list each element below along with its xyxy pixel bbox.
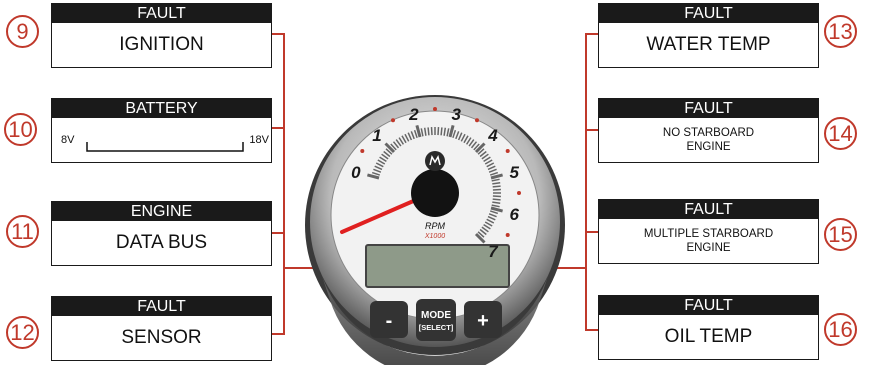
dial-tick: [492, 188, 501, 191]
dial-tick: [492, 185, 501, 188]
mode-label: MODE: [421, 310, 451, 321]
callout-body: MULTIPLE STARBOARD ENGINE: [643, 227, 774, 254]
dial-dot: [505, 233, 510, 237]
plus-button-label: +: [477, 310, 489, 332]
select-label: [SELECT]: [419, 323, 454, 332]
callout-no-starboard-engine: FAULT NO STARBOARD ENGINE: [598, 98, 819, 163]
dial-dot: [505, 149, 510, 153]
callout-body: WATER TEMP: [646, 33, 771, 55]
dial-dot: [360, 149, 365, 153]
callout-water-temp-fault: FAULT WATER TEMP: [598, 3, 819, 68]
dial-tick: [437, 127, 440, 136]
callout-body: DATA BUS: [115, 231, 208, 253]
callout-oil-temp-fault: FAULT OIL TEMP: [598, 295, 819, 360]
callout-13-number: 13: [824, 15, 857, 48]
callout-15-number: 15: [824, 218, 857, 251]
dial-tick: [440, 127, 443, 136]
callout-body: NO STARBOARD ENGINE: [662, 126, 755, 153]
callout-14-number: 14: [824, 117, 857, 150]
callout-header: ENGINE: [52, 202, 271, 221]
callout-header: FAULT: [52, 297, 271, 316]
callout-sensor-fault: FAULT SENSOR: [51, 296, 272, 361]
dial-tick: [492, 195, 501, 198]
dial-number-5: 5: [509, 163, 519, 182]
dial-dot: [475, 118, 479, 123]
callout-header: FAULT: [599, 4, 818, 23]
dial-tick: [492, 198, 501, 201]
callout-battery: BATTERY 8V 18V: [51, 98, 272, 163]
callout-multiple-starboard-engine: FAULT MULTIPLE STARBOARD ENGINE: [598, 199, 819, 264]
callout-header: FAULT: [599, 200, 818, 219]
callout-11-number: 11: [6, 215, 39, 248]
dial-dot: [517, 191, 521, 195]
dial-number-4: 4: [487, 126, 498, 145]
dial-number-2: 2: [408, 105, 419, 124]
callout-10-number: 10: [4, 113, 37, 146]
callout-body: OIL TEMP: [664, 325, 753, 347]
needle-hub: [411, 169, 459, 217]
callout-16-number: 16: [824, 313, 857, 346]
dial-dot: [433, 107, 437, 111]
dial-dot: [391, 118, 395, 123]
dial-tick: [430, 127, 433, 136]
dial-number-3: 3: [451, 105, 461, 124]
callout-body: IGNITION: [119, 33, 204, 55]
dial-number-7: 7: [488, 242, 499, 261]
callout-header: FAULT: [599, 99, 818, 118]
battery-scale-bar: [86, 142, 244, 152]
callout-header: FAULT: [52, 4, 271, 23]
callout-body: SENSOR: [121, 326, 202, 348]
dial-tick: [427, 127, 430, 136]
callout-9-number: 9: [6, 15, 39, 48]
callout-engine-data-bus: ENGINE DATA BUS: [51, 201, 272, 266]
callout-12-number: 12: [6, 316, 39, 349]
callout-header: FAULT: [599, 296, 818, 315]
minus-button-label: -: [386, 310, 393, 332]
rpm-label: RPM: [425, 221, 446, 231]
callout-ignition-fault: FAULT IGNITION: [51, 3, 272, 68]
dial-number-6: 6: [509, 205, 519, 224]
dial-number-1: 1: [372, 126, 381, 145]
dial-number-0: 0: [351, 163, 361, 182]
rpm-multiplier: X1000: [424, 233, 445, 240]
